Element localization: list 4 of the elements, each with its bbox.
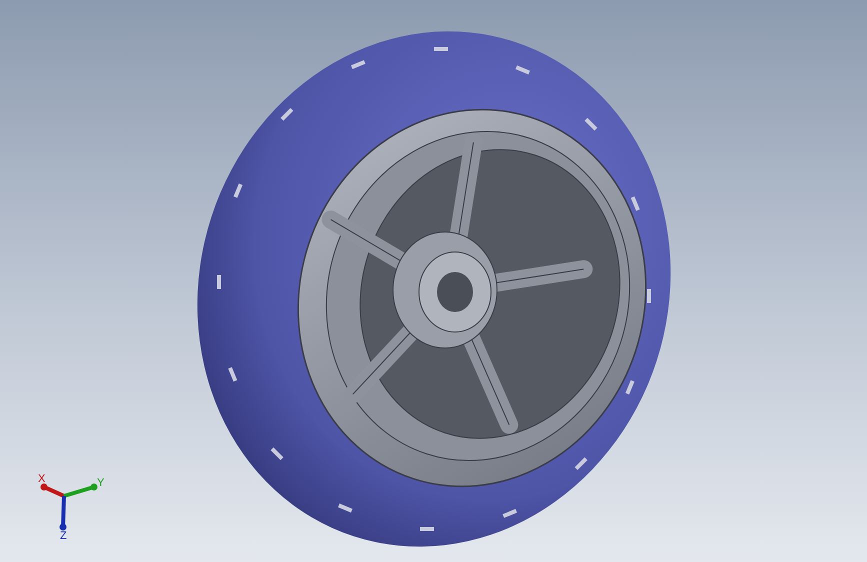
axis-label: X: [38, 473, 46, 485]
axis-label: Z: [60, 530, 67, 542]
axis-label: Y: [97, 477, 104, 489]
3d-viewport[interactable]: X Y Z: [0, 0, 867, 562]
